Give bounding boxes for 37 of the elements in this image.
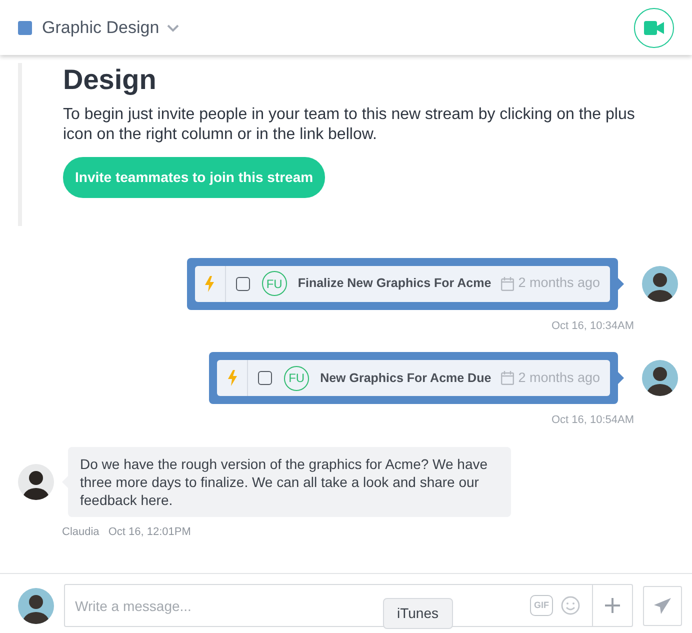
video-call-button[interactable] bbox=[634, 8, 674, 48]
send-icon bbox=[654, 598, 671, 614]
card-pointer bbox=[618, 372, 624, 384]
intro-text: To begin just invite people in your team to this new stream by clicking on the plus icon on the right column or in the link bellow. bbox=[63, 104, 636, 145]
assignee-badge: FU bbox=[262, 271, 287, 296]
card-pointer bbox=[618, 278, 624, 290]
avatar bbox=[642, 360, 678, 396]
due-date: 2 months ago bbox=[518, 274, 600, 292]
task-card[interactable]: FU Finalize New Graphics For Acme 2 months ago bbox=[186, 258, 618, 310]
assignee-badge: FU bbox=[284, 366, 310, 391]
lightning-icon bbox=[228, 370, 237, 386]
intro-heading: Design bbox=[63, 63, 158, 97]
emoji-icon[interactable] bbox=[561, 596, 580, 615]
stream-color-icon bbox=[18, 20, 32, 34]
caret-icon[interactable] bbox=[167, 24, 180, 32]
lightning-icon bbox=[205, 276, 214, 292]
task-checkbox[interactable] bbox=[236, 276, 250, 291]
send-button[interactable] bbox=[643, 586, 682, 626]
task-title[interactable]: Finalize New Graphics For Acme bbox=[298, 274, 492, 293]
stream-title[interactable]: Graphic Design bbox=[42, 14, 160, 40]
video-camera-icon bbox=[644, 20, 664, 34]
message-bubble: Do we have the rough version of the graphics for Acme? We have three more days to finalize. We can all take a look and share our feedback here. bbox=[68, 446, 511, 517]
message-time: Oct 16, 12:01PM bbox=[108, 526, 191, 538]
avatar bbox=[18, 464, 54, 500]
message-time: Oct 16, 10:34AM bbox=[550, 318, 634, 334]
task-checkbox[interactable] bbox=[258, 371, 272, 386]
tooltip: iTunes bbox=[383, 598, 453, 629]
avatar bbox=[18, 588, 54, 624]
message-time: Oct 16, 10:54AM bbox=[550, 413, 634, 428]
avatar bbox=[642, 266, 678, 302]
task-card[interactable]: FU New Graphics For Acme Due 2 months ago bbox=[209, 352, 618, 404]
due-date: 2 months ago bbox=[518, 368, 600, 387]
plus-icon[interactable] bbox=[605, 598, 620, 613]
calendar-icon bbox=[501, 276, 514, 291]
task-title[interactable]: New Graphics For Acme Due bbox=[320, 368, 492, 388]
calendar-icon bbox=[501, 371, 514, 386]
author-name: Claudia bbox=[62, 526, 100, 538]
